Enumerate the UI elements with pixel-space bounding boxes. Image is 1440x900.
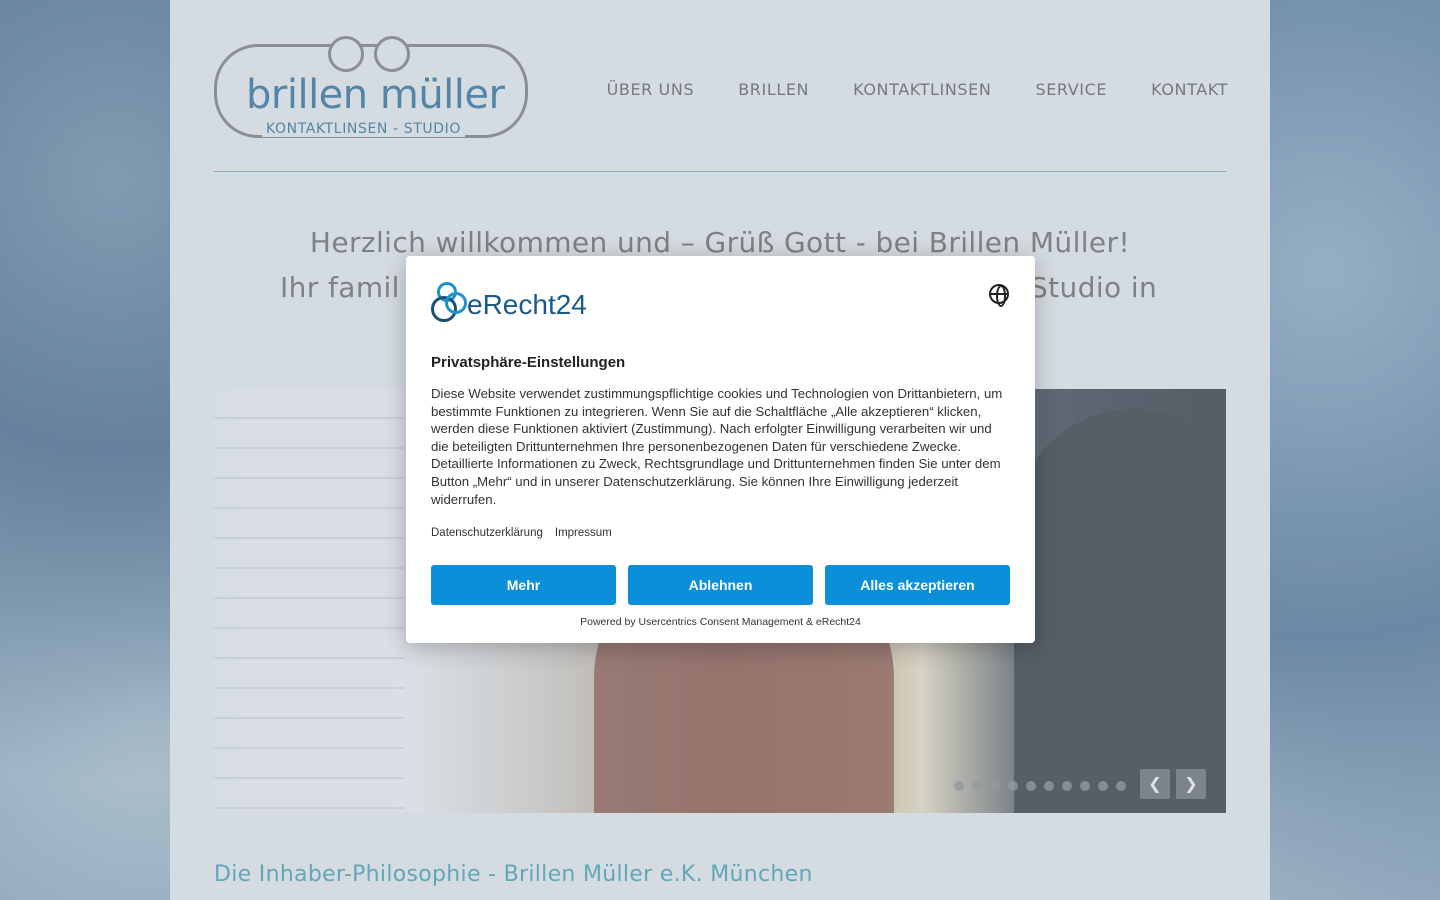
erecht24-brand-text: eRecht24 xyxy=(467,289,587,320)
erecht24-mark-icon xyxy=(431,282,467,322)
powered-by-text: Powered by Usercentrics Consent Manageme… xyxy=(580,616,861,628)
globe-icon[interactable] xyxy=(989,284,1009,307)
imprint-link[interactable]: Impressum xyxy=(555,527,612,539)
decline-button[interactable]: Ablehnen xyxy=(628,565,813,605)
consent-dialog: eRecht24 Privatsphäre-Einstellungen Dies… xyxy=(406,256,1035,643)
more-button[interactable]: Mehr xyxy=(431,565,616,605)
consent-links: Datenschutzerklärung Impressum xyxy=(431,527,612,539)
consent-body: Diese Website verwendet zustimmungspflic… xyxy=(431,386,1003,507)
consent-buttons: Mehr Ablehnen Alles akzeptieren xyxy=(431,565,1010,605)
accept-all-button[interactable]: Alles akzeptieren xyxy=(825,565,1010,605)
consent-title: Privatsphäre-Einstellungen xyxy=(431,354,626,371)
erecht24-logo: eRecht24 xyxy=(431,282,587,322)
privacy-policy-link[interactable]: Datenschutzerklärung xyxy=(431,527,543,539)
